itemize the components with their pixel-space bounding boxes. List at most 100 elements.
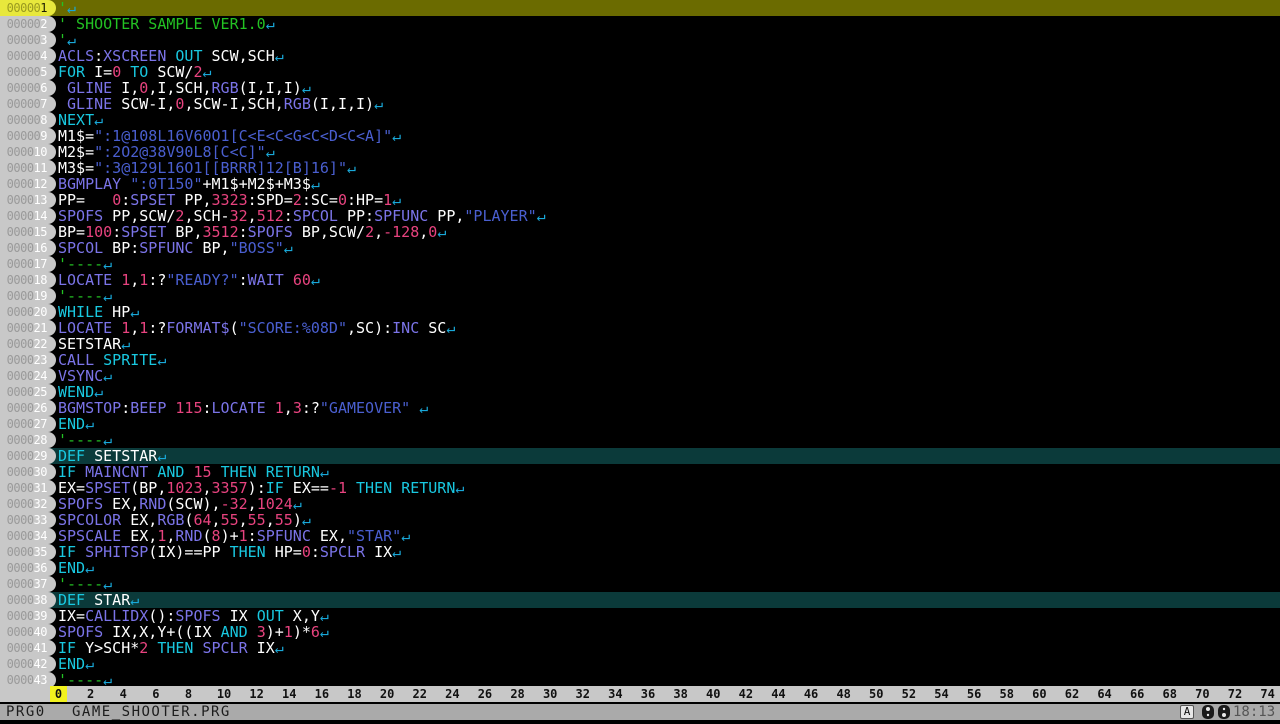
code-line[interactable]: 000018 LOCATE 1,1:?"READY?":WAIT 60↵ xyxy=(0,272,1280,288)
code-line[interactable]: 000039 IX=CALLIDX():SPOFS IX OUT X,Y↵ xyxy=(0,608,1280,624)
code-editor[interactable]: 000001 '↵ 000002 ' SHOOTER SAMPLE VER1.0↵ 00… xyxy=(0,0,1280,686)
code-line[interactable]: 000003 '↵ xyxy=(0,32,1280,48)
line-number: 000009 xyxy=(0,128,56,144)
code-line[interactable]: 000016 SPCOL BP:SPFUNC BP,"BOSS"↵ xyxy=(0,240,1280,256)
code-line[interactable]: 000040 SPOFS IX,X,Y+((IX AND 3)+1)*6↵ xyxy=(0,624,1280,640)
code-line[interactable]: 000024 VSYNC↵ xyxy=(0,368,1280,384)
line-number: 000004 xyxy=(0,48,56,64)
code-line[interactable]: 000043 '----↵ xyxy=(0,672,1280,686)
code-line[interactable]: 000005 FOR I=0 TO SCW/2↵ xyxy=(0,64,1280,80)
code-line[interactable]: 000004 ACLS:XSCREEN OUT SCW,SCH↵ xyxy=(0,48,1280,64)
joycon-icon xyxy=(1201,704,1231,720)
line-number: 000027 xyxy=(0,416,56,432)
ruler-tick: 44 xyxy=(771,687,786,701)
code-line[interactable]: 000026 BGMSTOP:BEEP 115:LOCATE 1,3:?"GAME… xyxy=(0,400,1280,416)
line-number: 000034 xyxy=(0,528,56,544)
code-line[interactable]: 000031 EX=SPSET(BP,1023,3357):IF EX==-1 T… xyxy=(0,480,1280,496)
code-line[interactable]: 000015 BP=100:SPSET BP,3512:SPOFS BP,SCW/… xyxy=(0,224,1280,240)
code-line[interactable]: 000038 DEF STAR↵ xyxy=(0,592,1280,608)
code-line-text: NEXT↵ xyxy=(58,111,104,129)
line-number: 000041 xyxy=(0,640,56,656)
code-line[interactable]: 000017 '----↵ xyxy=(0,256,1280,272)
ruler-tick: 36 xyxy=(640,687,656,701)
code-line-text: SPOFS EX,RND(SCW),-32,1024↵ xyxy=(58,495,302,513)
status-program-slot: PRG0 xyxy=(6,704,46,720)
code-line-text: BGMSTOP:BEEP 115:LOCATE 1,3:?"GAMEOVER" … xyxy=(58,399,429,417)
ruler-tick: 42 xyxy=(738,687,754,701)
code-line[interactable]: 000012 BGMPLAY ":0T150"+M1$+M2$+M3$↵ xyxy=(0,176,1280,192)
ruler-tick: 52 xyxy=(901,687,917,701)
code-line[interactable]: 000013 PP= 0:SPSET PP,3323:SPD=2:SC=0:HP=… xyxy=(0,192,1280,208)
line-number: 000038 xyxy=(0,592,56,608)
ruler-tick: 0 xyxy=(50,686,67,702)
ruler-tick: 60 xyxy=(1032,687,1047,701)
code-line[interactable]: 000022 SETSTAR↵ xyxy=(0,336,1280,352)
code-line[interactable]: 000042 END↵ xyxy=(0,656,1280,672)
code-line-text: END↵ xyxy=(58,415,95,433)
code-line[interactable]: 000007 GLINE SCW-I,0,SCW-I,SCH,RGB(I,I,I… xyxy=(0,96,1280,112)
line-number: 000017 xyxy=(0,256,56,272)
code-line[interactable]: 000001 '↵ xyxy=(0,0,1280,16)
code-line[interactable]: 000041 IF Y>SCH*2 THEN SPCLR IX↵ xyxy=(0,640,1280,656)
code-line[interactable]: 000028 '----↵ xyxy=(0,432,1280,448)
code-line[interactable]: 000014 SPOFS PP,SCW/2,SCH-32,512:SPCOL PP… xyxy=(0,208,1280,224)
code-line[interactable]: 000027 END↵ xyxy=(0,416,1280,432)
code-line[interactable]: 000035 IF SPHITSP(IX)==PP THEN HP=0:SPCLR… xyxy=(0,544,1280,560)
code-line[interactable]: 000020 WHILE HP↵ xyxy=(0,304,1280,320)
code-line[interactable]: 000002 ' SHOOTER SAMPLE VER1.0↵ xyxy=(0,16,1280,32)
ruler-tick: 38 xyxy=(673,687,688,701)
code-line[interactable]: 000008 NEXT↵ xyxy=(0,112,1280,128)
line-number: 000018 xyxy=(0,272,56,288)
code-line-text: WEND↵ xyxy=(58,383,104,401)
line-number: 000024 xyxy=(0,368,56,384)
code-line[interactable]: 000029 DEF SETSTAR↵ xyxy=(0,448,1280,464)
code-line-text: WHILE HP↵ xyxy=(58,303,140,321)
code-line-text: SPCOL BP:SPFUNC BP,"BOSS"↵ xyxy=(58,239,293,257)
code-line-text: '----↵ xyxy=(58,575,113,593)
code-line[interactable]: 000025 WEND↵ xyxy=(0,384,1280,400)
code-line-text: '----↵ xyxy=(58,671,113,686)
code-line[interactable]: 000009 M1$=":1@108L16V60O1[C<E<C<G<C<D<C<… xyxy=(0,128,1280,144)
code-line[interactable]: 000021 LOCATE 1,1:?FORMAT$("SCORE:%08D",S… xyxy=(0,320,1280,336)
code-line-text: GLINE I,0,I,SCH,RGB(I,I,I)↵ xyxy=(67,79,311,97)
line-number: 000040 xyxy=(0,624,56,640)
code-line-text: BP=100:SPSET BP,3512:SPOFS BP,SCW/2,-128… xyxy=(58,223,447,241)
code-line-text: LOCATE 1,1:?"READY?":WAIT 60↵ xyxy=(58,271,320,289)
ruler-tick: 46 xyxy=(803,687,819,701)
code-line[interactable]: 000019 '----↵ xyxy=(0,288,1280,304)
line-number: 000026 xyxy=(0,400,56,416)
code-line[interactable]: 000032 SPOFS EX,RND(SCW),-32,1024↵ xyxy=(0,496,1280,512)
code-line-text: IF SPHITSP(IX)==PP THEN HP=0:SPCLR IX↵ xyxy=(58,543,402,561)
code-line[interactable]: 000037 '----↵ xyxy=(0,576,1280,592)
code-line[interactable]: 000011 M3$=":3@129L16O1[[BRRR]12[B]16]"↵ xyxy=(0,160,1280,176)
ruler-tick: 48 xyxy=(836,687,851,701)
code-line-text: M1$=":1@108L16V60O1[C<E<C<G<C<D<C<A]"↵ xyxy=(58,127,402,145)
code-line-text: PP= 0:SPSET PP,3323:SPD=2:SC=0:HP=1↵ xyxy=(58,191,402,209)
line-number: 000031 xyxy=(0,480,56,496)
code-line-text: SETSTAR↵ xyxy=(58,335,131,353)
a-button-hint[interactable]: A xyxy=(1180,705,1194,719)
ruler-tick: 62 xyxy=(1064,687,1080,701)
code-line-text: '↵ xyxy=(58,0,77,17)
ruler-tick: 26 xyxy=(477,687,493,701)
code-line[interactable]: 000030 IF MAINCNT AND 15 THEN RETURN↵ xyxy=(0,464,1280,480)
code-line[interactable]: 000023 CALL SPRITE↵ xyxy=(0,352,1280,368)
code-line[interactable]: 000010 M2$=":2O2@38V90L8[C<C]"↵ xyxy=(0,144,1280,160)
code-line[interactable]: 000006 GLINE I,0,I,SCH,RGB(I,I,I)↵ xyxy=(0,80,1280,96)
line-number: 000023 xyxy=(0,352,56,368)
ruler-tick: 12 xyxy=(249,687,264,701)
code-line-text: DEF STAR↵ xyxy=(58,591,140,609)
ruler-tick: 4 xyxy=(119,687,127,701)
line-number: 000007 xyxy=(0,96,56,112)
ruler-tick: 66 xyxy=(1129,687,1145,701)
ruler-tick: 30 xyxy=(542,687,558,701)
line-number: 000003 xyxy=(0,32,56,48)
code-line-text: END↵ xyxy=(58,655,95,673)
code-line[interactable]: 000036 END↵ xyxy=(0,560,1280,576)
code-line[interactable]: 000033 SPCOLOR EX,RGB(64,55,55,55)↵ xyxy=(0,512,1280,528)
code-line-text: '----↵ xyxy=(58,255,113,273)
line-number: 000019 xyxy=(0,288,56,304)
code-line[interactable]: 000034 SPSCALE EX,1,RND(8)+1:SPFUNC EX,"S… xyxy=(0,528,1280,544)
line-number: 000020 xyxy=(0,304,56,320)
line-number: 000011 xyxy=(0,160,56,176)
